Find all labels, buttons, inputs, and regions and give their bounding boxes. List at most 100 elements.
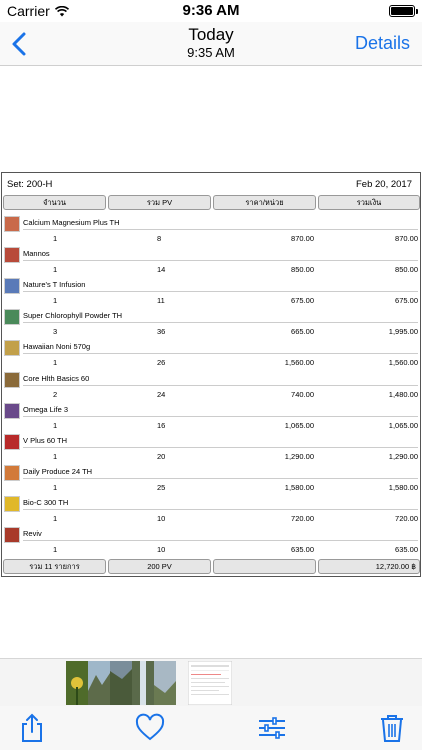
product-qty: 3: [53, 327, 58, 337]
product-name: Mannos: [23, 249, 50, 259]
product-total: 850.00: [395, 265, 418, 275]
product-unit-price: 1,065.00: [284, 420, 314, 430]
row-divider: [23, 260, 418, 262]
thumbnail-flower[interactable]: [66, 661, 88, 705]
product-unit-price: 675.00: [291, 296, 314, 306]
share-icon[interactable]: [16, 712, 48, 744]
column-header-qty: จำนวน: [3, 195, 106, 210]
product-thumbnail: [4, 340, 20, 357]
product-pv: 8: [157, 234, 162, 243]
product-pv: 36: [157, 327, 166, 337]
product-qty: 1: [53, 234, 58, 243]
row-divider: [23, 291, 418, 293]
heart-icon[interactable]: [134, 712, 166, 744]
item-row: Bio-C 300 TH 1 10 720.00 720.00: [2, 494, 420, 525]
product-name: Hawaiian Noni 570g: [23, 342, 91, 352]
product-name: Nature's T Infusion: [23, 280, 86, 290]
item-row: Calcium Magnesium Plus TH 1 8 870.00 870.00: [2, 214, 420, 245]
product-name: Reviv: [23, 529, 42, 538]
product-unit-price: 740.00: [291, 389, 314, 399]
product-thumbnail: [4, 527, 20, 543]
product-qty: 1: [53, 451, 58, 461]
product-pv: 24: [157, 389, 166, 399]
product-total: 870.00: [395, 234, 418, 243]
item-row: Super Chlorophyll Powder TH 3 36 665.00 1,99…: [2, 307, 420, 338]
bottom-toolbar: [0, 706, 422, 750]
product-total: 1,290.00: [388, 451, 418, 461]
product-thumbnail: [4, 402, 20, 419]
row-divider: [23, 229, 418, 230]
product-unit-price: 665.00: [291, 327, 314, 337]
row-divider: [23, 477, 418, 479]
product-unit-price: 1,560.00: [284, 358, 314, 368]
product-unit-price: 720.00: [291, 513, 314, 523]
product-qty: 1: [53, 265, 58, 275]
item-row: Reviv 1 10 635.00 635.00: [2, 525, 420, 556]
product-pv: 20: [157, 451, 166, 461]
thumbnail-valley[interactable]: [154, 661, 176, 705]
product-total: 1,560.00: [388, 358, 418, 368]
document-date: Feb 20, 2017: [356, 179, 412, 190]
product-total: 1,580.00: [388, 482, 418, 492]
thumbnail-mountain[interactable]: [88, 661, 110, 705]
product-name: Omega Life 3: [23, 404, 69, 414]
product-thumbnail: [4, 278, 20, 295]
product-qty: 1: [53, 358, 58, 368]
item-row: Daily Produce 24 TH 1 25 1,580.00 1,580.00: [2, 463, 420, 494]
column-header-total: รวมเงิน: [318, 195, 420, 210]
product-thumbnail: [4, 247, 20, 264]
row-divider: [23, 446, 418, 448]
product-name: Core Hlth Basics 60: [23, 373, 90, 383]
product-unit-price: 1,580.00: [284, 482, 314, 492]
summary-row: รวม 11 รายการ 200 PV 12,720.00 ฿: [3, 559, 420, 574]
column-header-row: จำนวน รวม PV ราคา/หน่วย รวมเงิน: [3, 195, 420, 210]
thumbnail-cliff[interactable]: [110, 661, 132, 705]
item-row: Core Hlth Basics 60 2 24 740.00 1,480.00: [2, 370, 420, 401]
status-bar: Carrier 9:36 AM: [0, 0, 422, 22]
thumbnail-waterfall[interactable]: [132, 661, 154, 705]
product-qty: 1: [53, 482, 58, 492]
row-divider: [23, 384, 418, 386]
item-row: Hawaiian Noni 570g 1 26 1,560.00 1,560.00: [2, 338, 420, 369]
item-row: Nature's T Infusion 1 11 675.00 675.00: [2, 276, 420, 307]
product-thumbnail: [4, 495, 20, 512]
product-total: 1,995.00: [388, 327, 418, 337]
item-row: Omega Life 3 1 16 1,065.00 1,065.00: [2, 401, 420, 432]
product-thumbnail: [4, 216, 20, 232]
product-total: 675.00: [395, 296, 418, 306]
product-thumbnail: [4, 309, 20, 326]
product-unit-price: 870.00: [291, 234, 314, 243]
column-header-pv: รวม PV: [108, 195, 211, 210]
product-pv: 11: [157, 296, 165, 306]
product-qty: 1: [53, 296, 58, 306]
product-pv: 25: [157, 482, 166, 492]
row-divider: [23, 540, 418, 541]
product-qty: 2: [53, 389, 58, 399]
product-total: 1,065.00: [388, 420, 418, 430]
product-total: 635.00: [395, 545, 418, 554]
trash-icon[interactable]: [376, 712, 408, 744]
summary-count: รวม 11 รายการ: [3, 559, 106, 574]
receipt-document: Set: 200-H Feb 20, 2017 จำนวน รวม PV ราค…: [1, 172, 421, 577]
summary-price: [213, 559, 316, 574]
product-name: Calcium Magnesium Plus TH: [23, 218, 120, 227]
battery-icon: [389, 5, 418, 17]
product-pv: 14: [157, 265, 166, 275]
photo-strip[interactable]: [0, 658, 422, 706]
product-unit-price: 850.00: [291, 265, 314, 275]
details-button[interactable]: Details: [355, 33, 410, 54]
summary-pv: 200 PV: [108, 559, 211, 574]
row-divider: [23, 322, 418, 324]
product-unit-price: 1,290.00: [284, 451, 314, 461]
product-name: V Plus 60 TH: [23, 435, 68, 445]
product-total: 720.00: [395, 513, 418, 523]
product-name: Daily Produce 24 TH: [23, 466, 93, 476]
status-time: 9:36 AM: [182, 2, 240, 19]
product-pv: 10: [157, 513, 166, 523]
product-qty: 1: [53, 545, 58, 554]
thumbnail-document[interactable]: [188, 661, 232, 705]
item-row: Mannos 1 14 850.00 850.00: [2, 245, 420, 276]
sliders-icon[interactable]: [256, 712, 288, 744]
summary-total: 12,720.00 ฿: [318, 559, 420, 574]
row-divider: [23, 353, 418, 355]
